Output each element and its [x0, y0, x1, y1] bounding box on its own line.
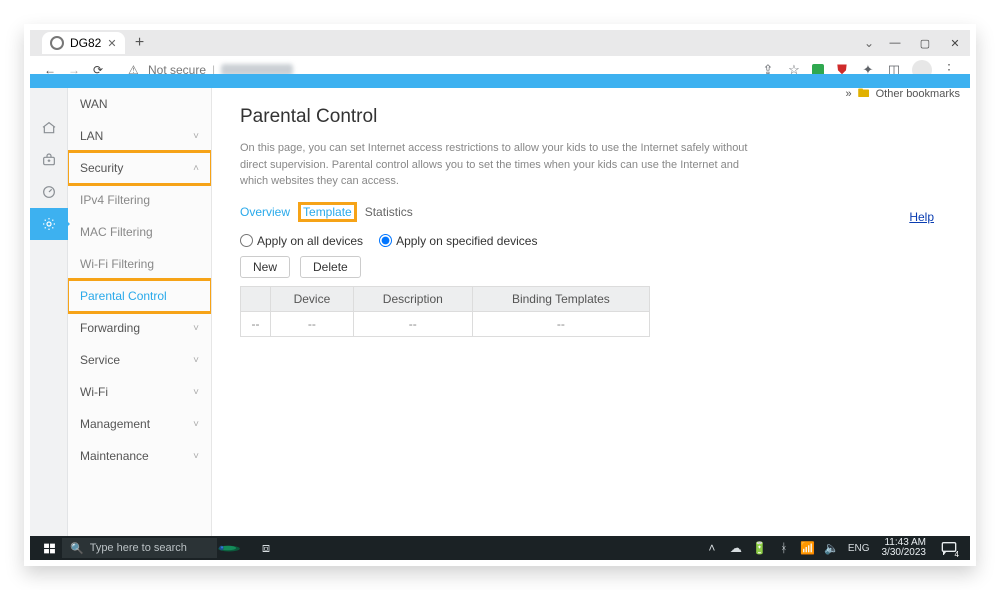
- sidenav-item-label: Wi-Fi: [80, 385, 108, 399]
- column-header: Device: [271, 286, 354, 311]
- table-cell: --: [353, 311, 472, 336]
- clock[interactable]: 11:43 AM 3/30/2023: [878, 538, 931, 558]
- tab-statistics[interactable]: Statistics: [365, 205, 413, 219]
- sidenav-item-security[interactable]: Security ˄: [68, 152, 211, 184]
- apply-scope-radios: Apply on all devices Apply on specified …: [240, 234, 942, 248]
- device-table: DeviceDescriptionBinding Templates------…: [240, 286, 650, 337]
- news-widget-icon[interactable]: [217, 537, 255, 559]
- sidenav-item-label: MAC Filtering: [80, 225, 153, 239]
- battery-icon[interactable]: 🔋: [752, 540, 768, 556]
- column-header: [241, 286, 271, 311]
- home-icon: [41, 120, 57, 136]
- action-buttons: New Delete: [240, 256, 942, 278]
- browser-tab-active[interactable]: DG82 ✕: [42, 32, 125, 54]
- table-cell: --: [472, 311, 649, 336]
- side-nav[interactable]: WAN LAN ˅ Security ˄ IPv4 Filtering MAC Filter…: [68, 88, 212, 536]
- sidenav-item-label: Management: [80, 417, 150, 431]
- windows-taskbar: 🔍 Type here to search ⧈ ˄ ☁ 🔋 ᚼ 📶 🔈 ENG …: [30, 536, 970, 560]
- gear-icon: [41, 216, 57, 232]
- language-indicator[interactable]: ENG: [848, 540, 870, 556]
- sidenav-item-lan[interactable]: LAN ˅: [68, 120, 211, 152]
- windows-icon: [43, 542, 56, 555]
- rail-home[interactable]: [30, 112, 68, 144]
- page-title: Parental Control: [240, 106, 942, 128]
- sidenav-item-service[interactable]: Service ˅: [68, 344, 211, 376]
- taskbar-search[interactable]: 🔍 Type here to search: [62, 538, 217, 558]
- sidenav-item-label: Maintenance: [80, 449, 149, 463]
- chevron-down-icon: ˅: [193, 323, 199, 334]
- sidenav-item-label: Wi-Fi Filtering: [80, 257, 154, 271]
- notifications-count: 4: [955, 550, 959, 559]
- bluetooth-icon[interactable]: ᚼ: [776, 540, 792, 556]
- column-header: Binding Templates: [472, 286, 649, 311]
- tab-overview[interactable]: Overview: [240, 205, 290, 219]
- delete-button[interactable]: Delete: [300, 256, 361, 278]
- rail-status[interactable]: [30, 176, 68, 208]
- new-button[interactable]: New: [240, 256, 290, 278]
- sidenav-item-label: IPv4 Filtering: [80, 193, 150, 207]
- table-row[interactable]: --------: [241, 311, 650, 336]
- system-tray: ˄ ☁ 🔋 ᚼ 📶 🔈 ENG 11:43 AM 3/30/2023 4: [704, 537, 964, 559]
- rail-tools[interactable]: [30, 144, 68, 176]
- page-description: On this page, you can set Internet acces…: [240, 140, 760, 190]
- sidenav-item-maintenance[interactable]: Maintenance ˅: [68, 440, 211, 472]
- chevron-down-icon: ˅: [193, 355, 199, 366]
- table-cell: --: [241, 311, 271, 336]
- sidenav-item-wi-fi-filtering[interactable]: Wi-Fi Filtering: [68, 248, 211, 280]
- window-close-button[interactable]: ✕: [946, 34, 964, 52]
- chevron-down-icon: ˅: [193, 387, 199, 398]
- sidenav-item-wi-fi[interactable]: Wi-Fi ˅: [68, 376, 211, 408]
- sidenav-item-forwarding[interactable]: Forwarding ˅: [68, 312, 211, 344]
- search-placeholder: Type here to search: [90, 542, 187, 554]
- sidenav-item-management[interactable]: Management ˅: [68, 408, 211, 440]
- icon-rail: [30, 88, 68, 536]
- notifications-button[interactable]: 4: [938, 537, 960, 559]
- table-cell: --: [271, 311, 354, 336]
- clock-date: 3/30/2023: [882, 548, 927, 558]
- wifi-icon[interactable]: 📶: [800, 540, 816, 556]
- tab-title: DG82: [70, 36, 101, 50]
- content-pane: Parental Control On this page, you can s…: [212, 88, 970, 536]
- sidenav-item-label: Security: [80, 161, 123, 175]
- window-chevron-icon[interactable]: ⌄: [864, 36, 874, 50]
- chevron-down-icon: ˅: [193, 451, 199, 462]
- new-tab-button[interactable]: +: [129, 32, 151, 54]
- sidenav-item-label: WAN: [80, 97, 108, 111]
- rail-settings[interactable]: [30, 208, 68, 240]
- browser-tab-strip: DG82 ✕ + ⌄ — ▢ ✕: [30, 30, 970, 56]
- help-link[interactable]: Help: [909, 210, 934, 224]
- globe-icon: [50, 36, 64, 50]
- speaker-icon[interactable]: 🔈: [824, 540, 840, 556]
- gauge-icon: [41, 184, 57, 200]
- start-button[interactable]: [36, 536, 62, 560]
- chevron-down-icon: ˅: [193, 131, 199, 142]
- sidenav-item-mac-filtering[interactable]: MAC Filtering: [68, 216, 211, 248]
- window-minimize-button[interactable]: —: [886, 34, 904, 52]
- radio-all[interactable]: Apply on all devices: [240, 234, 363, 248]
- briefcase-plus-icon: [41, 152, 57, 168]
- column-header: Description: [353, 286, 472, 311]
- sidenav-item-parental-control[interactable]: Parental Control: [68, 280, 211, 312]
- tab-template[interactable]: Template: [300, 204, 355, 220]
- close-icon[interactable]: ✕: [107, 37, 116, 50]
- onedrive-icon[interactable]: ☁: [728, 540, 744, 556]
- tray-overflow-icon[interactable]: ˄: [704, 540, 720, 556]
- window-maximize-button[interactable]: ▢: [916, 34, 934, 52]
- sidenav-item-ipv4-filtering[interactable]: IPv4 Filtering: [68, 184, 211, 216]
- app-area: WAN LAN ˅ Security ˄ IPv4 Filtering MAC Filter…: [30, 74, 970, 536]
- radio-specified[interactable]: Apply on specified devices: [379, 234, 537, 248]
- sidenav-item-label: Parental Control: [80, 289, 167, 303]
- chevron-down-icon: ˅: [193, 419, 199, 430]
- search-icon: 🔍: [70, 542, 84, 555]
- task-view-button[interactable]: ⧈: [255, 537, 277, 559]
- chevron-up-icon: ˄: [193, 163, 199, 174]
- sidenav-item-label: LAN: [80, 129, 103, 143]
- sidenav-item-label: Forwarding: [80, 321, 140, 335]
- sidenav-item-wan[interactable]: WAN: [68, 88, 211, 120]
- sidenav-item-label: Service: [80, 353, 120, 367]
